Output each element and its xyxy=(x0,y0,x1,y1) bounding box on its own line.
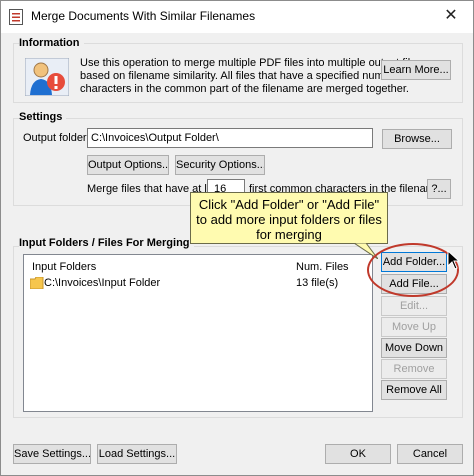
list-item-file-count: 13 file(s) xyxy=(296,277,339,289)
mouse-cursor-icon xyxy=(447,250,461,270)
save-settings-button[interactable]: Save Settings... xyxy=(13,444,91,464)
input-label: Input Folders / Files For Merging xyxy=(19,237,194,249)
input-folders-list[interactable]: Input Folders Num. Files C:\Invoices\Inp… xyxy=(23,254,373,412)
column-header-input-folders[interactable]: Input Folders xyxy=(32,261,96,274)
move-down-button[interactable]: Move Down xyxy=(381,338,447,358)
window-title: Merge Documents With Similar Filenames xyxy=(31,9,256,23)
security-options-button[interactable]: Security Options... xyxy=(175,155,265,175)
list-item[interactable]: C:\Invoices\Input Folder 13 file(s) xyxy=(26,275,368,291)
settings-label: Settings xyxy=(19,111,67,123)
callout-line-1: Click "Add Folder" or "Add File" xyxy=(198,197,380,212)
information-line-3: characters in the common part of the fil… xyxy=(80,83,409,95)
ok-button[interactable]: OK xyxy=(325,444,391,464)
output-options-button[interactable]: Output Options... xyxy=(87,155,169,175)
callout-line-2: to add more input folders or files xyxy=(196,212,382,227)
output-folder-field[interactable]: C:\Invoices\Output Folder\ xyxy=(87,128,373,148)
cancel-button[interactable]: Cancel xyxy=(397,444,463,464)
callout-line-3: for merging xyxy=(256,227,322,242)
column-header-num-files[interactable]: Num. Files xyxy=(296,261,349,274)
user-info-icon xyxy=(25,58,69,96)
load-settings-button[interactable]: Load Settings... xyxy=(97,444,177,464)
learn-more-button[interactable]: Learn More... xyxy=(381,60,451,80)
help-button[interactable]: ?... xyxy=(427,179,451,199)
edit-button[interactable]: Edit... xyxy=(381,296,447,316)
list-item-folder-path: C:\Invoices\Input Folder xyxy=(44,277,161,289)
information-line-2: based on filename similarity. All files … xyxy=(80,70,412,82)
pdf-app-icon xyxy=(9,9,23,25)
folder-icon xyxy=(30,277,44,289)
remove-button[interactable]: Remove xyxy=(381,359,447,379)
output-folder-label: Output folder: xyxy=(23,132,90,144)
information-line-1: Use this operation to merge multiple PDF… xyxy=(80,57,422,69)
move-up-button[interactable]: Move Up xyxy=(381,317,447,337)
close-icon[interactable]: ✕ xyxy=(429,1,473,31)
information-label: Information xyxy=(19,37,84,49)
title-bar: Merge Documents With Similar Filenames ✕ xyxy=(1,1,473,33)
browse-button[interactable]: Browse... xyxy=(382,129,452,149)
highlight-ring xyxy=(367,243,459,297)
instruction-callout: Click "Add Folder" or "Add File" to add … xyxy=(190,192,388,244)
remove-all-button[interactable]: Remove All xyxy=(381,380,447,400)
